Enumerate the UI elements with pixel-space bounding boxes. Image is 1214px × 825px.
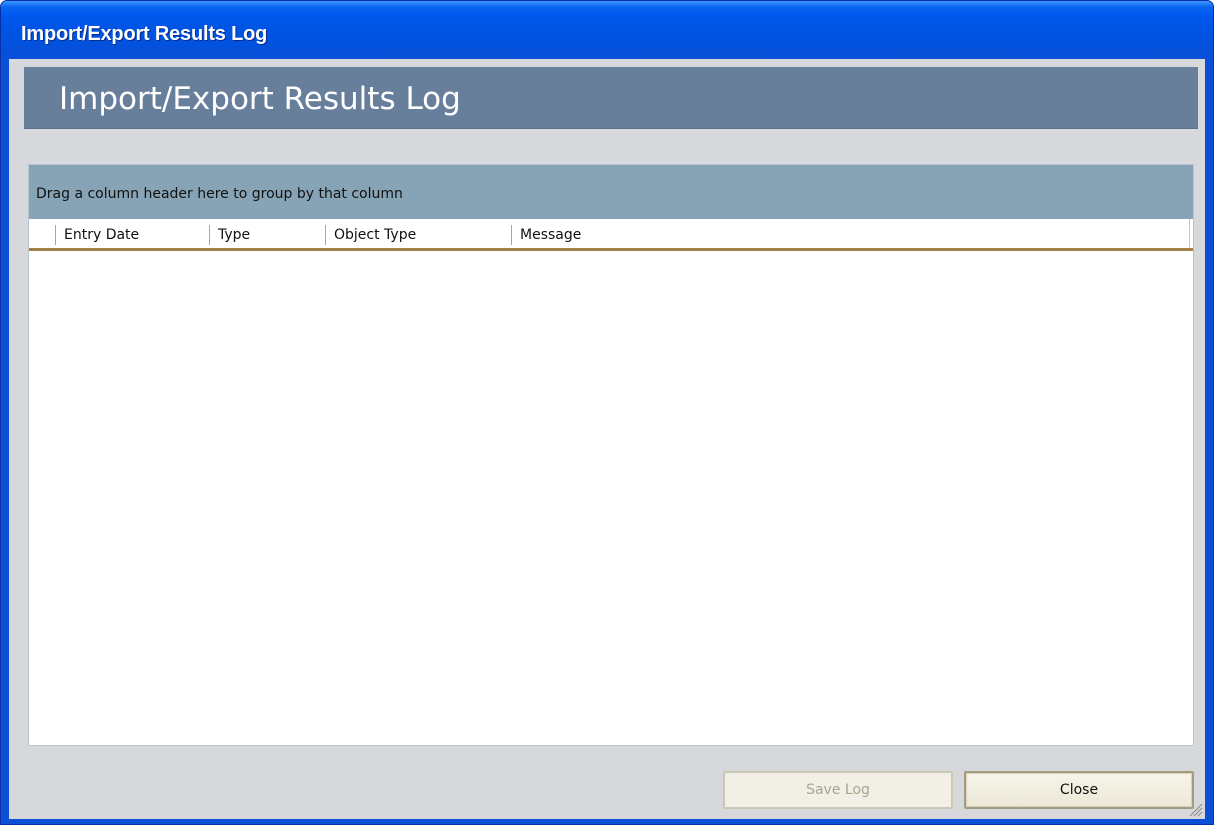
window-title: Import/Export Results Log bbox=[21, 23, 268, 45]
column-header-type[interactable]: Type bbox=[209, 225, 325, 245]
header-banner: Import/Export Results Log bbox=[24, 67, 1198, 129]
column-header-row: Entry Date Type Object Type Message bbox=[29, 219, 1193, 251]
dialog-window: Import/Export Results Log Import/Export … bbox=[0, 0, 1214, 825]
column-header-entry-date[interactable]: Entry Date bbox=[55, 225, 209, 245]
dialog-body: Import/Export Results Log Drag a column … bbox=[9, 59, 1205, 819]
column-header-object-type[interactable]: Object Type bbox=[325, 225, 511, 245]
group-by-hint: Drag a column header here to group by th… bbox=[36, 186, 403, 202]
resize-grip-icon[interactable] bbox=[1187, 801, 1203, 817]
group-by-area[interactable]: Drag a column header here to group by th… bbox=[29, 165, 1193, 219]
page-title: Import/Export Results Log bbox=[59, 81, 461, 117]
header-end-cap bbox=[1189, 219, 1193, 248]
save-log-button[interactable]: Save Log bbox=[723, 771, 953, 809]
row-selector-header bbox=[29, 225, 55, 245]
column-header-message[interactable]: Message bbox=[511, 225, 911, 245]
results-grid[interactable]: Drag a column header here to group by th… bbox=[28, 164, 1194, 746]
close-button[interactable]: Close bbox=[964, 771, 1194, 809]
title-bar[interactable]: Import/Export Results Log bbox=[1, 1, 1213, 59]
